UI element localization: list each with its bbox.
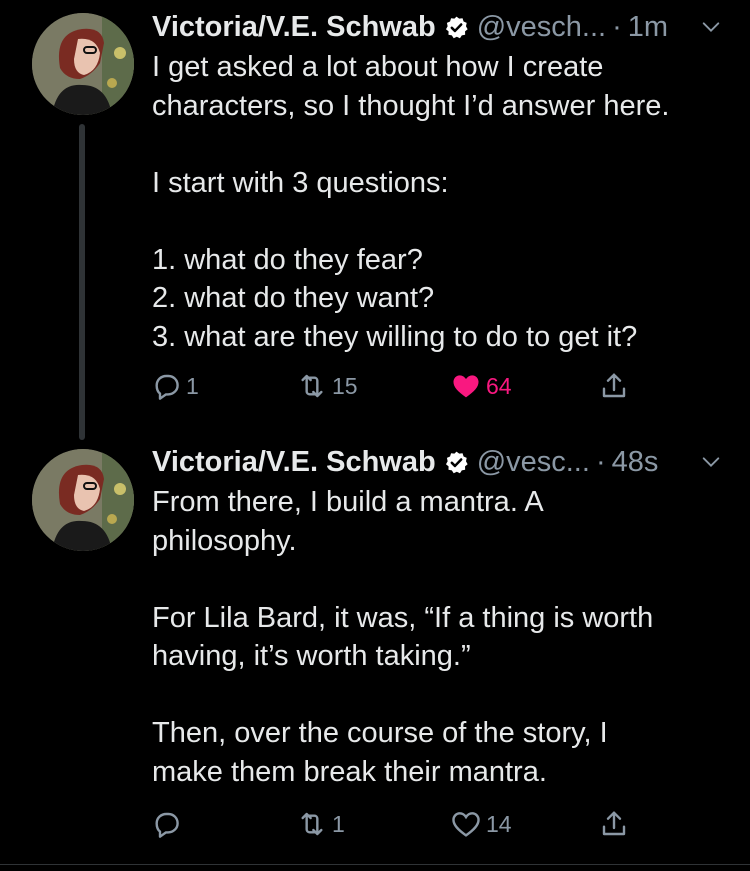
retweet-icon	[301, 812, 323, 836]
timestamp[interactable]: 1m	[628, 11, 668, 44]
author-handle[interactable]: @vesc...	[477, 446, 590, 479]
tweet-header: Victoria/V.E. Schwab @vesc... · 48s	[152, 442, 742, 482]
tweet-line: I get asked a lot about how I create	[152, 51, 604, 83]
reply-button[interactable]	[150, 804, 186, 844]
tweet-line: Then, over the course of the story, I	[152, 717, 608, 749]
reply-count: 1	[186, 372, 199, 399]
like-count: 64	[486, 372, 512, 399]
tweet-line: having, it’s worth taking.”	[152, 640, 471, 672]
author-name[interactable]: Victoria/V.E. Schwab	[152, 446, 436, 479]
retweet-button[interactable]: 1	[296, 804, 345, 844]
thread-line	[79, 124, 85, 440]
avatar[interactable]	[32, 449, 134, 551]
separator: ·	[612, 10, 622, 43]
tweet-header: Victoria/V.E. Schwab @vesch... · 1m	[152, 7, 742, 47]
tweet-line: For Lila Bard, it was, “If a thing is wo…	[152, 601, 654, 634]
avatar[interactable]	[32, 13, 134, 115]
reply-icon	[155, 812, 179, 838]
share-icon	[602, 811, 626, 836]
share-icon	[602, 373, 626, 398]
retweet-button[interactable]: 15	[296, 366, 358, 406]
tweet-line: characters, so I thought I’d answer here…	[152, 89, 670, 122]
tweet-line: philosophy.	[152, 524, 297, 557]
heart-outline-icon	[452, 812, 480, 837]
tweet-line: 1. what do they fear?	[152, 243, 423, 276]
divider	[0, 864, 750, 865]
tweet-line: I start with 3 questions:	[152, 166, 449, 199]
tweet-line: 2. what do they want?	[152, 282, 435, 314]
avatar-image	[32, 449, 134, 551]
retweet-icon	[301, 374, 323, 398]
author-handle[interactable]: @vesch...	[477, 11, 606, 44]
heart-filled-icon	[453, 375, 479, 398]
tweet-actions: 1 14	[150, 804, 650, 844]
reply-button[interactable]: 1	[150, 366, 199, 406]
retweet-count: 15	[332, 372, 358, 399]
timestamp[interactable]: 48s	[612, 446, 659, 479]
like-count: 14	[486, 810, 512, 837]
share-button[interactable]	[598, 366, 630, 406]
like-button[interactable]: 14	[450, 804, 512, 844]
tweet-line: make them break their mantra.	[152, 755, 547, 788]
tweet-line: 3. what are they willing to do to get it…	[152, 320, 638, 353]
like-button[interactable]: 64	[450, 366, 512, 406]
tweet-line: From there, I build a mantra. A	[152, 486, 544, 518]
retweet-count: 1	[332, 810, 345, 837]
chevron-down-icon[interactable]	[700, 451, 722, 473]
tweet-text: From there, I build a mantra. A philosop…	[152, 483, 732, 791]
avatar-image	[32, 13, 134, 115]
author-name[interactable]: Victoria/V.E. Schwab	[152, 11, 436, 44]
separator: ·	[595, 445, 606, 478]
reply-icon	[155, 374, 179, 400]
chevron-down-icon[interactable]	[700, 16, 722, 38]
verified-badge-icon	[445, 16, 468, 38]
share-button[interactable]	[598, 804, 630, 844]
verified-badge-icon	[445, 451, 468, 473]
tweet-actions: 1 15 64	[150, 366, 650, 406]
tweet-text: I get asked a lot about how I create cha…	[152, 48, 732, 356]
